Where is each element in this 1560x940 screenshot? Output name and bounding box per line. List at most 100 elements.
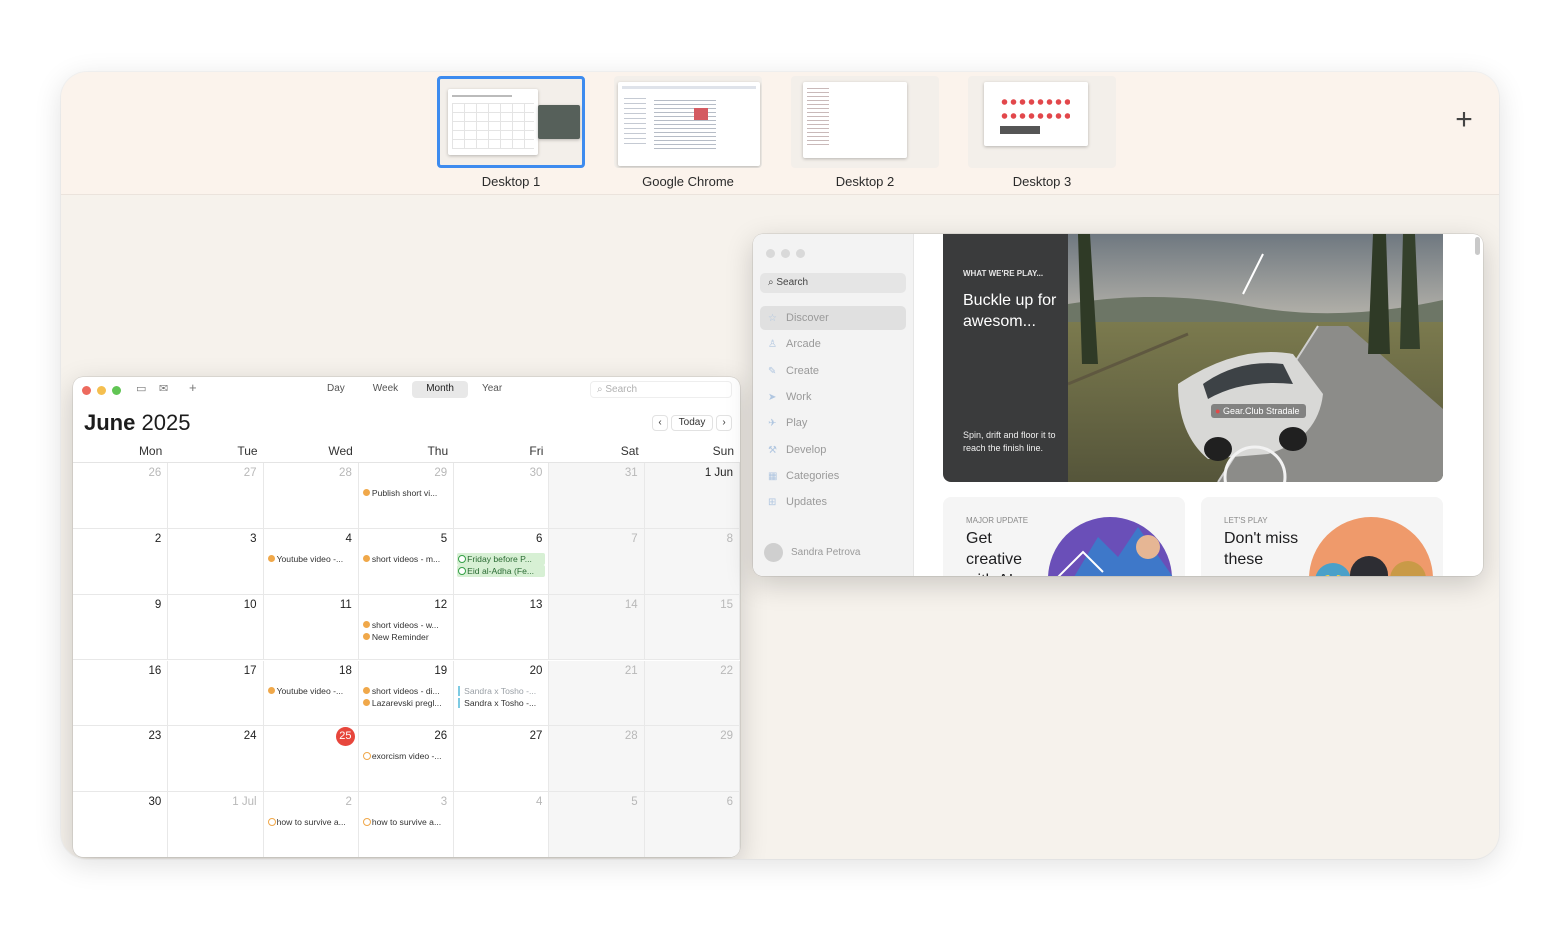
calendar-day-cell[interactable]: 11 — [263, 594, 359, 661]
calendar-event[interactable]: how to survive a... — [267, 816, 355, 828]
calendar-day-cell[interactable]: 12 short videos - w... New Reminder — [358, 594, 455, 661]
calendar-day-cell[interactable]: 1 Jun — [644, 463, 740, 529]
sidebar-item-develop[interactable]: ⚒ Develop — [760, 438, 906, 462]
calendar-event[interactable]: exorcism video -... — [362, 750, 450, 762]
calendar-day-cell[interactable]: 3 — [168, 528, 264, 595]
zoom-button[interactable] — [796, 249, 805, 258]
app-store-window[interactable]: ⌕ Search ☆ Discover ♙ Arcade ✎ Create ➤ Work ✈ Pl… — [753, 234, 1483, 576]
calendar-day-cell[interactable]: 30 — [73, 792, 169, 857]
calendar-event[interactable]: Youtube video -... — [267, 685, 355, 697]
calendar-list-icon[interactable]: ▭ — [136, 382, 146, 395]
space-thumbnail[interactable] — [791, 76, 939, 168]
calendar-search-input[interactable]: ⌕ Search — [590, 381, 732, 398]
story-card-major-update[interactable]: MAJOR UPDATE Get creative with AI — [943, 497, 1185, 576]
calendar-day-cell[interactable]: 21 — [549, 660, 645, 727]
calendar-day-cell[interactable]: 9 — [73, 594, 169, 661]
calendar-day-cell[interactable]: 13 — [454, 594, 550, 661]
add-space-button[interactable]: + — [1449, 105, 1479, 136]
calendar-event[interactable]: New Reminder — [362, 631, 450, 643]
calendar-day-cell[interactable]: 6 — [644, 792, 740, 857]
calendar-day-cell[interactable]: 25 — [263, 726, 359, 793]
calendar-day-cell[interactable]: 2 — [73, 528, 169, 595]
view-week[interactable]: Week — [359, 381, 412, 398]
calendar-event[interactable]: Sandra x Tosho -... — [457, 685, 545, 697]
calendar-day-cell[interactable]: 4 Youtube video -... — [263, 528, 359, 595]
add-event-icon[interactable]: + — [189, 380, 197, 395]
calendar-day-cell[interactable]: 15 — [644, 594, 740, 661]
close-button[interactable] — [766, 249, 775, 258]
calendar-event[interactable]: short videos - m... — [362, 553, 450, 565]
story-card-lets-play[interactable]: LET'S PLAY Don't miss these M — [1201, 497, 1443, 576]
sidebar-item-play[interactable]: ✈ Play — [760, 411, 906, 435]
sidebar-item-discover[interactable]: ☆ Discover — [760, 306, 906, 330]
sidebar-item-updates[interactable]: ⊞ Updates — [760, 490, 906, 514]
view-year[interactable]: Year — [468, 381, 516, 398]
calendar-day-cell[interactable]: 3 how to survive a... — [358, 792, 455, 857]
close-button[interactable] — [82, 386, 91, 395]
calendar-day-cell[interactable]: 23 — [73, 726, 169, 793]
scrollbar[interactable] — [1475, 237, 1480, 255]
calendar-day-cell[interactable]: 6 Friday before P... Eid al-Adha (Fe... — [454, 528, 550, 595]
calendar-event[interactable]: Publish short vi... — [362, 487, 450, 499]
creative-art-icon — [1048, 517, 1173, 576]
day-number: 8 — [726, 532, 733, 545]
calendar-day-cell[interactable]: 28 — [263, 463, 359, 529]
calendar-day-cell[interactable]: 26 exorcism video -... — [358, 726, 455, 793]
calendar-window[interactable]: ▭ ✉ + Day Week Month Year ⌕ Search June … — [73, 377, 740, 857]
calendar-day-cell[interactable]: 28 — [549, 726, 645, 793]
zoom-button[interactable] — [112, 386, 121, 395]
calendar-day-cell[interactable]: 10 — [168, 594, 264, 661]
calendar-event[interactable]: short videos - di... — [362, 685, 450, 697]
calendar-day-cell[interactable]: 18 Youtube video -... — [263, 660, 359, 727]
calendar-day-cell[interactable]: 31 — [549, 463, 645, 529]
calendar-day-cell[interactable]: 29 — [644, 726, 740, 793]
minimize-button[interactable] — [781, 249, 790, 258]
day-number: 12 — [434, 598, 448, 611]
calendar-event[interactable]: Youtube video -... — [267, 553, 355, 565]
space-thumbnail[interactable] — [968, 76, 1116, 168]
inbox-icon[interactable]: ✉ — [159, 382, 168, 395]
calendar-day-cell[interactable]: 27 — [168, 463, 264, 529]
calendar-day-cell[interactable]: 16 — [73, 660, 169, 727]
calendar-day-cell[interactable]: 17 — [168, 660, 264, 727]
minimize-button[interactable] — [97, 386, 106, 395]
app-store-search-input[interactable]: ⌕ Search — [760, 273, 906, 293]
calendar-day-cell[interactable]: 20 Sandra x Tosho -... Sandra x Tosho -... — [454, 660, 550, 727]
sidebar-item-work[interactable]: ➤ Work — [760, 385, 906, 409]
calendar-day-cell[interactable]: 19 short videos - di... Lazarevski pregl..… — [358, 660, 455, 727]
calendar-day-cell[interactable]: 30 — [454, 463, 550, 529]
calendar-day-cell[interactable]: 27 — [454, 726, 550, 793]
calendar-day-cell[interactable]: 4 — [454, 792, 550, 857]
space-thumbnail[interactable] — [437, 76, 585, 168]
calendar-day-cell[interactable]: 7 — [549, 528, 645, 595]
calendar-day-cell[interactable]: 1 Jul — [168, 792, 264, 857]
day-number: 13 — [529, 598, 543, 611]
sidebar-item-categories[interactable]: ▦ Categories — [760, 464, 906, 488]
sidebar-item-create[interactable]: ✎ Create — [760, 359, 906, 383]
calendar-event[interactable]: Lazarevski pregl... — [362, 697, 450, 709]
calendar-day-cell[interactable]: 22 — [644, 660, 740, 727]
day-number: 6 — [536, 532, 543, 545]
calendar-day-cell[interactable]: 2 how to survive a... — [263, 792, 359, 857]
calendar-event[interactable]: Sandra x Tosho -... — [457, 697, 545, 709]
view-month[interactable]: Month — [412, 381, 468, 398]
today-button[interactable]: Today — [671, 415, 713, 431]
calendar-event[interactable]: how to survive a... — [362, 816, 450, 828]
calendar-event[interactable]: Friday before P... — [457, 552, 546, 565]
calendar-day-cell[interactable]: 5 short videos - m... — [358, 528, 455, 595]
calendar-day-cell[interactable]: 14 — [549, 594, 645, 661]
user-account[interactable]: Sandra Petrova — [764, 543, 861, 562]
calendar-day-cell[interactable]: 26 — [73, 463, 169, 529]
calendar-event[interactable]: short videos - w... — [362, 619, 450, 631]
view-day[interactable]: Day — [313, 381, 359, 398]
calendar-day-cell[interactable]: 24 — [168, 726, 264, 793]
calendar-event[interactable]: Eid al-Adha (Fe... — [457, 565, 546, 578]
prev-month-button[interactable]: ‹ — [652, 415, 668, 431]
calendar-day-cell[interactable]: 5 — [549, 792, 645, 857]
space-thumbnail[interactable] — [614, 76, 762, 168]
calendar-day-cell[interactable]: 8 — [644, 528, 740, 595]
calendar-day-cell[interactable]: 29 Publish short vi... — [358, 463, 455, 529]
sidebar-item-arcade[interactable]: ♙ Arcade — [760, 332, 906, 356]
featured-hero[interactable]: WHAT WE'RE PLAY... Buckle up for awesom.… — [943, 234, 1443, 482]
next-month-button[interactable]: › — [716, 415, 732, 431]
